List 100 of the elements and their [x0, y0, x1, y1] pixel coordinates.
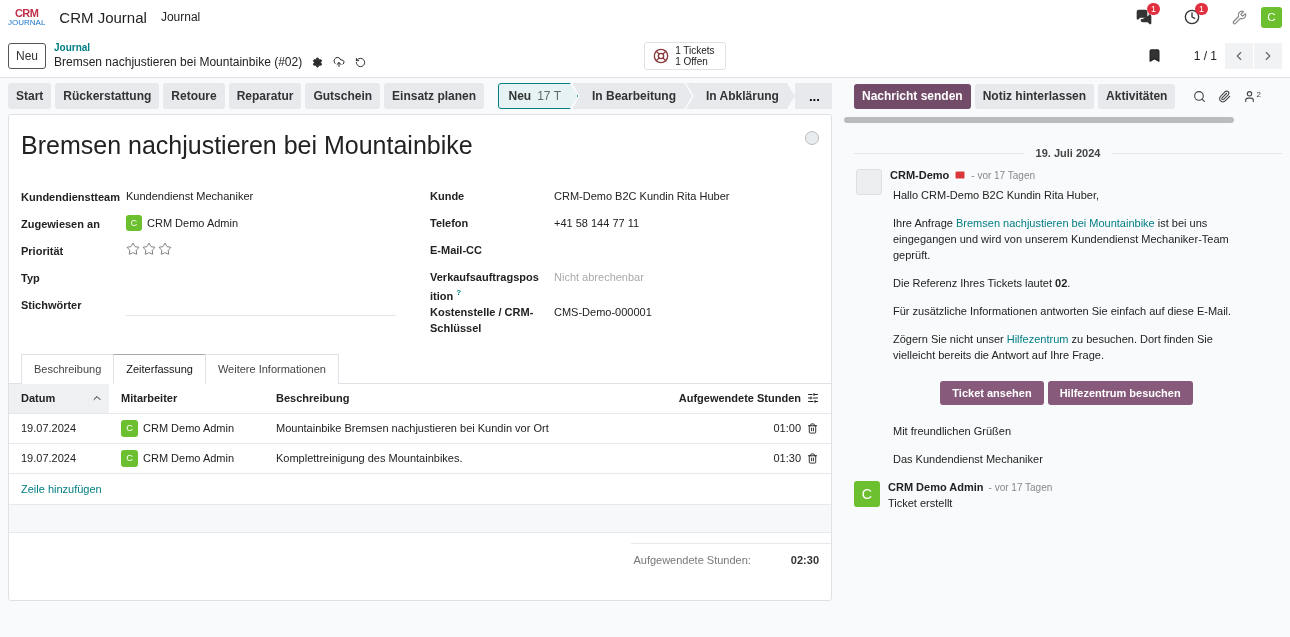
column-header[interactable]: Aufgewendete Stunden [617, 383, 807, 413]
action-button[interactable]: Retoure [163, 83, 225, 109]
star-icon[interactable] [126, 242, 140, 256]
message-paragraph: Die Referenz Ihres Tickets lautet 02. [893, 276, 1072, 291]
followers-count[interactable]: 2 [1256, 89, 1261, 103]
message-link[interactable]: Hilfezentrum [1006, 333, 1069, 345]
table-cell-text: 19.07.2024 [20, 422, 78, 435]
cloud-upload-icon[interactable] [333, 56, 346, 68]
field-label: E-Mail-CC [430, 243, 483, 258]
action-button[interactable]: Start [8, 83, 52, 109]
total-value: 02:30 [790, 553, 819, 566]
tab[interactable]: Weitere Informationen [204, 353, 339, 384]
more-stages-button[interactable]: ... [794, 83, 832, 109]
field-label: Telefon [430, 216, 470, 231]
notification-badge: 1 [1195, 3, 1208, 15]
column-settings-icon[interactable] [807, 392, 819, 405]
tools-icon[interactable] [1232, 9, 1247, 25]
tab[interactable]: Zeiterfassung [113, 353, 206, 384]
employee-name: CRM Demo Admin [143, 422, 235, 435]
pager-value[interactable]: 1 / 1 [1193, 48, 1217, 63]
employee-name: CRM Demo Admin [143, 452, 235, 465]
chatter-button[interactable]: Nachricht senden [854, 83, 971, 109]
stage-button[interactable]: In Abklärung [686, 83, 795, 109]
column-header[interactable]: Beschreibung [264, 383, 617, 413]
app-logo[interactable]: CRM JOURNAL [8, 7, 46, 27]
message-author[interactable]: CRM-Demo [890, 169, 950, 181]
message-paragraph: Hallo CRM-Demo B2C Kundin Rita Huber, [893, 188, 1101, 203]
email-button[interactable]: Hilfezentrum besuchen [1047, 381, 1193, 405]
delete-icon[interactable] [807, 452, 818, 464]
bookmark-icon[interactable] [1146, 48, 1162, 63]
message-paragraph: Zögern Sie nicht unser Hilfezentrum zu besuchen. Dort finden Sie vielleicht bereits die Antwort auf Ihre Frage. [893, 332, 1214, 363]
message-text: Ticket erstellt [888, 496, 954, 511]
menu-item[interactable]: Journal [160, 10, 201, 24]
action-button[interactable]: Rückerstattung [55, 83, 160, 109]
stage-button[interactable]: In Bearbeitung [572, 83, 692, 109]
new-button[interactable]: Neu [8, 42, 46, 69]
field-label: Kundendienstteam [21, 190, 121, 205]
field-value[interactable]: CMS-Demo-000001 [554, 303, 819, 320]
field-value[interactable]: Kundendienst Mechaniker [126, 188, 410, 204]
undo-icon[interactable] [355, 56, 367, 68]
column-header[interactable]: Mitarbeiter [109, 383, 264, 413]
paperclip-icon[interactable] [1218, 89, 1232, 103]
app-name[interactable]: CRM Journal [59, 8, 147, 26]
user-avatar: C [126, 215, 142, 231]
tickets-button[interactable]: 1 Tickets 1 Offen [644, 41, 726, 70]
tab[interactable]: Beschreibung [21, 353, 115, 384]
user-avatar: C [121, 419, 138, 437]
total-label: Aufgewendete Stunden: [633, 553, 751, 566]
user-avatar: C [121, 449, 138, 467]
action-button[interactable]: Einsatz planen [384, 83, 485, 109]
chat-icon[interactable] [1136, 9, 1152, 25]
field-label: Kostenstelle / CRM-Schlüssel [430, 304, 535, 336]
notification-badge: 1 [1147, 3, 1160, 15]
action-button[interactable]: Reparatur [228, 83, 302, 109]
message-paragraph: Mit freundlichen Grüßen [893, 424, 1012, 439]
help-mark[interactable]: ? [456, 288, 462, 297]
breadcrumb-link[interactable]: Journal [54, 42, 367, 53]
add-line-link[interactable]: Zeile hinzufügen [9, 473, 831, 505]
message-author[interactable]: CRM Demo Admin [888, 481, 984, 493]
field-label: Zugewiesen an [21, 217, 101, 232]
star-icon[interactable] [142, 242, 156, 256]
field-label: Kunde [430, 189, 466, 204]
field-value[interactable]: CRM-Demo B2C Kundin Rita Huber [554, 188, 819, 204]
user-icon[interactable] [1243, 89, 1257, 103]
message-link[interactable]: Bremsen nachjustieren bei Mountainbike [956, 217, 1155, 229]
stage-button[interactable]: Neu 17 T [497, 83, 578, 109]
field-label: Verkaufsauftragsposition $^{?}$ [430, 270, 540, 304]
date-separator: 19. Juli 2024 [1035, 147, 1101, 159]
delete-icon[interactable] [807, 422, 818, 434]
message-paragraph: Das Kundendienst Mechaniker [893, 452, 1044, 467]
record-title: Bremsen nachjustieren bei Mountainbike (#02) [54, 55, 303, 69]
message-paragraph: Ihre Anfrage Bremsen nachjustieren bei Mountainbike ist bei uns eingegangen und wird von unserem Kundendienst Mechaniker-Team geprüft. [893, 216, 1230, 263]
lifebuoy-icon [653, 47, 670, 64]
message-time: - vor 17 Tagen [971, 169, 1036, 181]
action-button[interactable]: Gutschein [305, 83, 381, 109]
table-cell-text: Mountainbike Bremsen nachjustieren bei Kundin vor Ort [275, 422, 550, 435]
table-cell-text: 01:00 [772, 422, 802, 435]
table-cell-text: 19.07.2024 [20, 452, 78, 465]
email-button[interactable]: Ticket ansehen [940, 381, 1044, 405]
message-time: - vor 17 Tagen [988, 481, 1053, 493]
field-value[interactable]: +41 58 144 77 11 [554, 215, 819, 231]
message-paragraph: Für zusätzliche Informationen antworten Sie einfach auf diese E-Mail. [893, 304, 1233, 319]
chatter-button[interactable]: Aktivitäten [1098, 83, 1176, 109]
chatter-button[interactable]: Notiz hinterlassen [974, 83, 1095, 109]
settings-icon[interactable] [312, 56, 324, 68]
field-label: Priorität [21, 244, 65, 259]
field-value[interactable]: CRM Demo Admin [147, 215, 239, 231]
author-avatar: C [854, 481, 880, 507]
clock-icon[interactable] [1184, 9, 1200, 25]
status-dot[interactable] [805, 131, 819, 145]
star-icon[interactable] [158, 242, 172, 256]
table-cell-text: Komplettreinigung des Mountainbikes. [275, 452, 464, 465]
logo-placeholder [856, 169, 882, 195]
search-icon[interactable] [1193, 89, 1207, 103]
record-heading[interactable]: Bremsen nachjustieren bei Mountainbike [21, 131, 473, 160]
field-label: Stichwörter [21, 298, 83, 313]
field-label: Typ [21, 271, 41, 286]
column-header[interactable]: Datum [9, 383, 109, 413]
table-cell-text: 01:30 [772, 452, 802, 465]
scrollbar[interactable] [844, 117, 1234, 123]
